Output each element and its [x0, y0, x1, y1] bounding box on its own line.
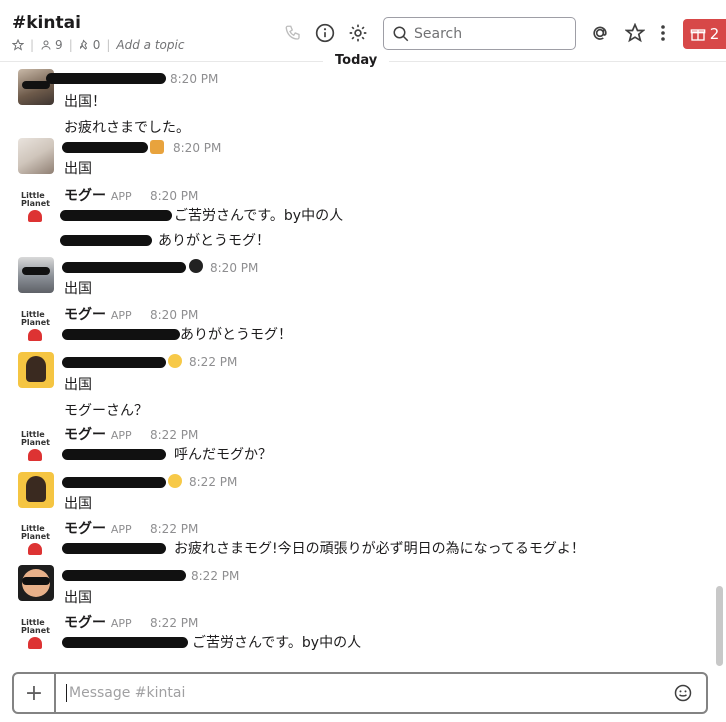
message-composer[interactable]: + Message #kintai — [12, 672, 708, 714]
avatar[interactable]: Little Planet — [18, 188, 54, 224]
github-icon — [189, 259, 203, 273]
redacted-name — [62, 570, 186, 581]
add-topic-link[interactable]: Add a topic — [116, 38, 184, 52]
custom-emoji-icon — [150, 140, 164, 154]
avatar[interactable] — [18, 352, 54, 388]
redacted-mention — [60, 235, 152, 246]
star-outline-icon[interactable] — [624, 22, 646, 44]
person-icon — [41, 40, 51, 50]
avatar[interactable] — [18, 565, 54, 601]
members-count[interactable]: 9 — [40, 38, 63, 52]
phone-icon[interactable] — [282, 22, 304, 44]
sender-name[interactable]: モグー APP — [64, 185, 132, 205]
avatar[interactable]: Little Planet — [18, 427, 54, 463]
more-vertical-icon[interactable] — [652, 22, 674, 44]
smile-emoji-icon — [168, 474, 182, 488]
sender-name[interactable]: モグー APP — [64, 518, 132, 538]
search-input[interactable]: Search — [383, 17, 576, 50]
scrollbar[interactable] — [716, 586, 723, 666]
redacted-name — [62, 262, 186, 273]
redacted-mention — [62, 543, 166, 554]
at-icon[interactable] — [589, 22, 611, 44]
redacted-mention — [62, 449, 166, 460]
smile-emoji-icon — [168, 354, 182, 368]
star-icon[interactable] — [12, 39, 24, 51]
message-input[interactable]: Message #kintai — [56, 684, 668, 702]
sender-name[interactable]: モグー APP — [64, 424, 132, 444]
redacted-name — [62, 142, 148, 153]
info-icon[interactable] — [314, 22, 336, 44]
channel-meta: | 9 | 0 | Add a topic — [12, 38, 184, 52]
sender-name[interactable]: モグー APP — [64, 612, 132, 632]
avatar[interactable] — [18, 138, 54, 174]
sender-name[interactable]: モグー APP — [64, 304, 132, 324]
search-icon — [393, 26, 409, 41]
message-list[interactable]: 8:20 PM 出国！ お疲れさまでした。 8:20 PM 出国 Little P… — [0, 63, 716, 667]
pins-count[interactable]: 0 — [79, 38, 100, 52]
date-divider: Today — [323, 53, 390, 68]
avatar[interactable]: Little Planet — [18, 521, 54, 557]
gear-icon[interactable] — [347, 22, 369, 44]
gift-icon — [690, 29, 706, 41]
redacted-name — [46, 73, 166, 84]
redacted-mention — [62, 637, 188, 648]
redacted-name — [62, 357, 166, 368]
avatar[interactable] — [18, 472, 54, 508]
redacted-mention — [62, 329, 180, 340]
pin-icon — [79, 39, 87, 50]
gift-button[interactable]: 2 — [683, 19, 726, 49]
emoji-icon[interactable] — [668, 683, 698, 703]
avatar[interactable]: Little Planet — [18, 307, 54, 343]
redacted-mention — [60, 210, 172, 221]
avatar[interactable] — [18, 257, 54, 293]
plus-icon[interactable]: + — [14, 674, 56, 712]
avatar[interactable]: Little Planet — [18, 615, 54, 651]
redacted-name — [62, 477, 166, 488]
channel-name[interactable]: #kintai — [12, 13, 81, 33]
